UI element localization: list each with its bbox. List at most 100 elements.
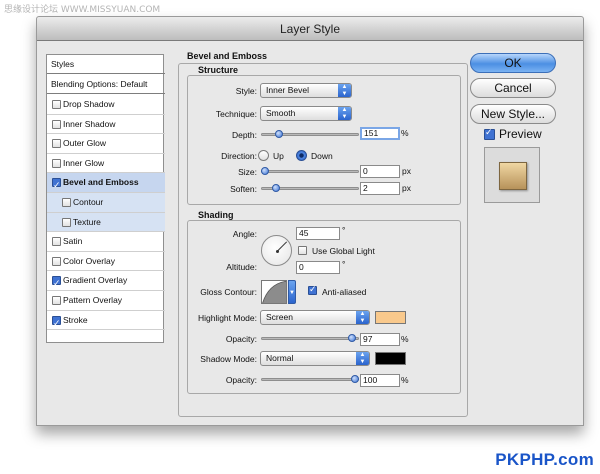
direction-down-radio[interactable] (296, 150, 307, 161)
cancel-button[interactable]: Cancel (470, 78, 556, 98)
shadow-opacity-thumb[interactable] (351, 375, 359, 383)
style-item-label: Drop Shadow (63, 99, 115, 109)
style-item-label: Color Overlay (63, 255, 115, 266)
blending-options[interactable]: Blending Options: Default (47, 75, 165, 94)
style-checkbox[interactable] (52, 314, 61, 333)
angle-label: Angle: (232, 229, 257, 239)
new-style-button[interactable]: New Style... (470, 104, 556, 124)
style-checkbox[interactable] (52, 100, 61, 109)
style-checkbox[interactable] (62, 217, 71, 227)
style-checkbox[interactable] (52, 176, 61, 195)
anti-aliased-label: Anti-aliased (322, 287, 367, 297)
size-slider-track[interactable] (261, 170, 359, 173)
style-item-bevel-and-emboss[interactable]: Bevel and Emboss (47, 173, 165, 195)
style-item-label: Gradient Overlay (63, 275, 128, 286)
window-title: Layer Style (37, 17, 583, 41)
preview-label: Preview (499, 127, 542, 141)
watermark-top: 思缘设计论坛 WWW.MISSYUAN.COM (4, 5, 161, 15)
style-item-label: Satin (63, 236, 83, 247)
ok-button[interactable]: OK (470, 53, 556, 73)
gloss-contour-picker[interactable] (261, 280, 287, 304)
highlight-mode-value: Screen (266, 312, 293, 322)
structure-title: Structure (198, 65, 239, 75)
style-item-texture[interactable]: Texture (47, 212, 165, 233)
depth-label: Depth: (231, 130, 257, 140)
size-label: Size: (238, 167, 257, 177)
shadow-opacity-unit: % (401, 375, 409, 385)
angle-unit: ° (342, 225, 346, 235)
style-item-label: Outer Glow (63, 138, 106, 149)
updown-arrows-icon: ▲ ▼ (356, 311, 369, 324)
shadow-mode-value: Normal (266, 353, 294, 363)
updown-arrows-icon: ▲ ▼ (356, 352, 369, 365)
style-item-inner-shadow[interactable]: Inner Shadow (47, 115, 165, 135)
style-item-pattern-overlay[interactable]: Pattern Overlay (47, 291, 165, 311)
shadow-opacity-label: Opacity: (225, 375, 257, 385)
size-slider-thumb[interactable] (261, 167, 269, 175)
shadow-mode-select[interactable]: Normal ▲ ▼ (260, 351, 370, 366)
preview-checkbox[interactable] (484, 127, 495, 140)
styles-header[interactable]: Styles (47, 55, 165, 74)
style-item-stroke[interactable]: Stroke (47, 311, 165, 333)
highlight-opacity-input[interactable]: 97 (360, 333, 400, 346)
gloss-contour-label: Gloss Contour: (200, 287, 257, 297)
soften-input[interactable]: 2 (360, 182, 400, 195)
altitude-label: Altitude: (226, 262, 257, 272)
depth-unit: % (401, 128, 409, 138)
bevel-title: Bevel and Emboss (187, 51, 268, 61)
anti-aliased-checkbox[interactable] (308, 284, 317, 295)
depth-slider-thumb[interactable] (274, 130, 283, 138)
highlight-opacity-unit: % (401, 334, 409, 344)
highlight-mode-label: Highlight Mode: (197, 313, 257, 323)
angle-center (276, 250, 279, 253)
contour-curve-icon (262, 281, 286, 303)
style-checkbox[interactable] (52, 274, 61, 293)
style-item-satin[interactable]: Satin (47, 232, 165, 252)
angle-input[interactable]: 45 (296, 227, 340, 240)
contour-dropdown-arrow-icon[interactable]: ▼ (288, 280, 296, 304)
style-item-label: Contour (73, 197, 104, 207)
technique-select[interactable]: Smooth ▲ ▼ (260, 106, 352, 121)
style-checkbox[interactable] (52, 139, 61, 149)
shadow-color-swatch[interactable] (375, 352, 406, 365)
styles-list: Styles Blending Options: Default Drop Sh… (46, 54, 165, 343)
style-checkbox[interactable] (52, 237, 61, 247)
altitude-unit: ° (342, 259, 346, 269)
altitude-input[interactable]: 0 (296, 261, 340, 274)
highlight-opacity-label: Opacity: (225, 334, 257, 344)
direction-up-radio[interactable] (258, 150, 269, 161)
style-checkbox[interactable] (52, 158, 61, 168)
style-select[interactable]: Inner Bevel ▲ ▼ (260, 83, 352, 98)
preview-thumbnail (484, 147, 540, 203)
depth-input[interactable]: 151 (360, 127, 400, 140)
technique-select-value: Smooth (266, 108, 296, 118)
preview-swatch (499, 162, 527, 190)
style-item-contour[interactable]: Contour (47, 193, 165, 213)
style-item-drop-shadow[interactable]: Drop Shadow (47, 95, 165, 115)
technique-label: Technique: (215, 109, 257, 119)
style-checkbox[interactable] (62, 198, 71, 207)
highlight-opacity-track[interactable] (261, 337, 359, 340)
style-item-outer-glow[interactable]: Outer Glow (47, 134, 165, 154)
shading-title: Shading (198, 210, 234, 220)
shadow-opacity-input[interactable]: 100 (360, 374, 400, 387)
style-item-gradient-overlay[interactable]: Gradient Overlay (47, 271, 165, 293)
style-checkbox[interactable] (52, 256, 61, 266)
direction-down-label: Down (311, 151, 333, 161)
watermark-bottom: PKPHP.com (495, 450, 594, 469)
style-item-label: Pattern Overlay (63, 295, 123, 305)
highlight-mode-select[interactable]: Screen ▲ ▼ (260, 310, 370, 325)
size-input[interactable]: 0 (360, 165, 400, 178)
direction-up-label: Up (273, 151, 284, 161)
angle-dial[interactable] (261, 235, 292, 266)
style-item-inner-glow[interactable]: Inner Glow (47, 154, 165, 174)
highlight-color-swatch[interactable] (375, 311, 406, 324)
shadow-opacity-track[interactable] (261, 378, 359, 381)
style-checkbox[interactable] (52, 119, 61, 129)
style-item-label: Bevel and Emboss (63, 177, 139, 188)
style-item-color-overlay[interactable]: Color Overlay (47, 252, 165, 272)
use-global-light-checkbox[interactable] (298, 246, 307, 255)
style-item-label: Texture (73, 216, 101, 227)
updown-arrows-icon: ▲ ▼ (338, 107, 351, 120)
style-checkbox[interactable] (52, 296, 61, 305)
